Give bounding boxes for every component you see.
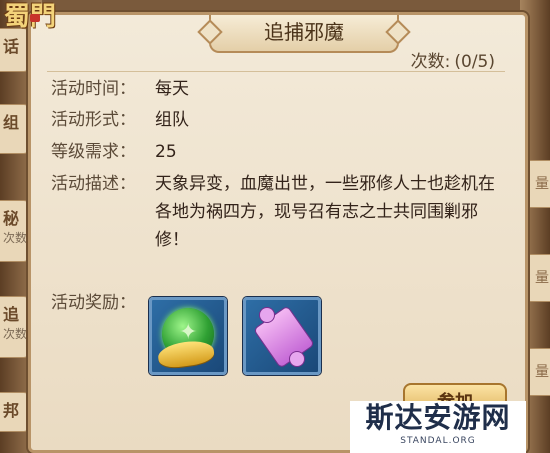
background-tab-4[interactable]: 追 次数 [0,296,30,358]
attempt-counter: 次数: (0/5) [411,47,495,72]
info-key: 活动时间： [51,79,136,99]
info-key: 活动描述： [51,174,136,194]
background-tab-label: 组 [3,113,20,132]
info-key: 活动形式： [51,110,136,130]
info-row-description: 活动描述： 天象异变，血魔出世，一些邪修人士也趁机在各地为祸四方，现号召有志之士… [51,170,495,250]
reward-row: 活动奖励： [51,289,155,317]
count-value: (0/5) [454,52,495,72]
background-tab-sub: 次数 [3,231,28,245]
dialog-title: 追捕邪魔 [264,20,344,44]
info-row-level: 等级需求： 25 [51,138,177,166]
background-tab-3[interactable]: 秘 次数 [0,200,30,262]
watermark-sub: STANDAL.ORG [400,436,476,446]
header-divider [47,71,505,72]
background-right-tab-label: 量 [535,270,549,286]
background-tab-label: 邦 [3,401,20,420]
background-tab-label: 秘 [3,209,20,228]
reward-label: 活动奖励： [51,293,136,313]
info-value: 每天 [155,79,189,99]
info-description: 天象异变，血魔出世，一些邪修人士也趁机在各地为祸四方，现号召有志之士共同围剿邪修… [155,174,495,250]
background-right-tab-label: 量 [535,176,549,192]
background-tab-5[interactable]: 邦 [0,392,30,432]
background-tab-label: 追 [3,305,20,324]
game-logo: 蜀門 [4,4,56,56]
activity-dialog: 追捕邪魔 次数: (0/5) 活动时间： 每天 活动形式： 组队 等级需求： 25… [28,12,528,453]
dialog-title-bar: 追捕邪魔 [209,15,399,53]
reward-slot-1[interactable]: ✦ [149,297,227,375]
background-tab-2[interactable]: 组 [0,104,30,154]
seal-icon [30,14,40,22]
info-row-format: 活动形式： 组队 [51,106,189,134]
info-value: 组队 [155,110,189,130]
info-row-time: 活动时间： 每天 [51,75,189,103]
background-right-tab-label: 量 [535,364,549,380]
site-watermark: 斯达安游网 STANDAL.ORG [350,401,526,453]
info-value: 25 [155,142,177,162]
info-key: 等级需求： [51,142,136,162]
count-label: 次数: [410,52,451,72]
background-tab-sub: 次数 [3,327,28,341]
watermark-main: 斯达安游网 [365,401,511,434]
reward-slot-2[interactable] [243,297,321,375]
